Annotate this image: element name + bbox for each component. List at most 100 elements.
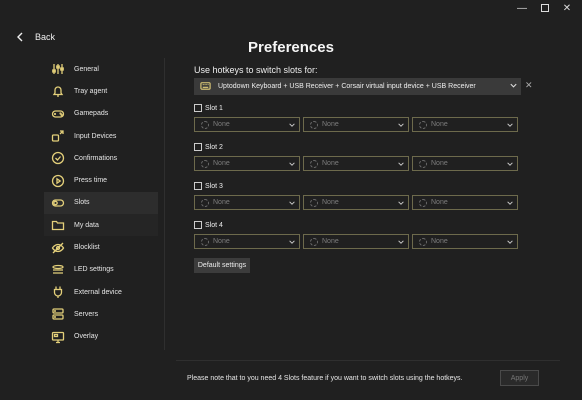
device-select[interactable]: Uptodown Keyboard + USB Receiver + Corsa…	[194, 78, 521, 95]
monitor-icon	[51, 330, 65, 344]
eye-off-icon	[51, 241, 65, 255]
slot-4-key-3-select[interactable]: None	[412, 234, 518, 249]
loading-icon	[419, 237, 427, 246]
sidebar-item-label: Press time	[74, 177, 108, 185]
sidebar-item-overlay[interactable]: Overlay	[44, 326, 158, 348]
keyboard-icon	[200, 80, 211, 93]
folder-icon	[51, 218, 65, 232]
loading-icon	[201, 120, 209, 129]
sidebar-item-slots[interactable]: Slots	[44, 191, 158, 215]
loading-icon	[419, 159, 427, 168]
loading-icon	[310, 120, 318, 129]
slot-2-key-2-select[interactable]: None	[303, 156, 409, 171]
sliders-icon	[51, 62, 65, 76]
sidebar-item-led-settings[interactable]: LED settings	[44, 259, 158, 281]
chevron-down-icon	[510, 83, 517, 88]
chevron-down-icon	[289, 201, 295, 205]
chevron-down-icon	[398, 201, 404, 205]
sidebar-item-confirmations[interactable]: Confirmations	[44, 147, 158, 169]
chevron-down-icon	[398, 240, 404, 244]
maximize-button[interactable]	[537, 2, 553, 16]
slot-label: Slot 3	[205, 182, 223, 190]
play-circle-icon	[51, 174, 65, 188]
servers-icon	[51, 307, 65, 321]
sidebar-item-label: General	[74, 65, 99, 73]
chevron-down-icon	[289, 123, 295, 127]
chevron-down-icon	[507, 201, 513, 205]
slot-1-key-1-select[interactable]: None	[194, 117, 300, 132]
close-window-button[interactable]: ✕	[559, 2, 575, 16]
sidebar-item-label: Gamepads	[74, 110, 109, 118]
slot-label: Slot 4	[205, 221, 223, 229]
checkbox-box[interactable]	[194, 221, 202, 229]
sidebar: General Tray agent Gamepads Input Devices Co…	[44, 58, 158, 348]
loading-icon	[201, 237, 209, 246]
checkbox-box[interactable]	[194, 143, 202, 151]
sidebar-item-label: External device	[74, 288, 122, 296]
checkbox-box[interactable]	[194, 182, 202, 190]
key-select-value: None	[431, 121, 448, 128]
input-devices-icon	[51, 129, 65, 143]
slot-3-key-3-select[interactable]: None	[412, 195, 518, 210]
slot-2-key-1-select[interactable]: None	[194, 156, 300, 171]
sidebar-item-label: LED settings	[74, 266, 114, 274]
key-select-value: None	[322, 199, 339, 206]
loading-icon	[310, 237, 318, 246]
maximize-icon	[541, 4, 549, 13]
slot-1-key-3-select[interactable]: None	[412, 117, 518, 132]
checkbox-box[interactable]	[194, 104, 202, 112]
clear-device-button[interactable]: ✕	[525, 80, 533, 91]
slot-label: Slot 1	[205, 104, 223, 112]
sidebar-item-tray-agent[interactable]: Tray agent	[44, 80, 158, 102]
bell-icon	[51, 84, 65, 98]
loading-icon	[310, 159, 318, 168]
chevron-down-icon	[289, 162, 295, 166]
sidebar-item-input-devices[interactable]: Input Devices	[44, 125, 158, 147]
loading-icon	[419, 120, 427, 129]
key-select-value: None	[213, 238, 230, 245]
sidebar-item-label: Tray agent	[74, 87, 108, 95]
chevron-down-icon	[507, 123, 513, 127]
chevron-down-icon	[507, 162, 513, 166]
led-icon	[51, 263, 65, 277]
slot-3-key-1-select[interactable]: None	[194, 195, 300, 210]
key-select-value: None	[213, 199, 230, 206]
key-select-value: None	[322, 121, 339, 128]
slot-3-checkbox[interactable]: Slot 3	[194, 182, 223, 190]
sidebar-item-my-data[interactable]: My data	[44, 214, 158, 237]
sidebar-item-general[interactable]: General	[44, 58, 158, 80]
slot-4-key-2-select[interactable]: None	[303, 234, 409, 249]
sidebar-item-label: Input Devices	[74, 132, 117, 140]
slot-4-checkbox[interactable]: Slot 4	[194, 221, 223, 229]
key-select-value: None	[213, 160, 230, 167]
slot-4-key-1-select[interactable]: None	[194, 234, 300, 249]
gamepad-icon	[51, 107, 65, 121]
key-select-value: None	[431, 199, 448, 206]
slot-2-key-3-select[interactable]: None	[412, 156, 518, 171]
sidebar-item-blocklist[interactable]: Blocklist	[44, 236, 158, 258]
slot-2-checkbox[interactable]: Slot 2	[194, 143, 223, 151]
sidebar-item-label: Slots	[74, 199, 90, 207]
hotkeys-label: Use hotkeys to switch slots for:	[194, 65, 318, 75]
sidebar-item-press-time[interactable]: Press time	[44, 169, 158, 191]
chevron-down-icon	[507, 240, 513, 244]
loading-icon	[419, 198, 427, 207]
loading-icon	[201, 159, 209, 168]
sidebar-item-external-device[interactable]: External device	[44, 281, 158, 303]
slot-3-key-2-select[interactable]: None	[303, 195, 409, 210]
apply-button[interactable]: Apply	[500, 370, 539, 386]
slot-1-key-2-select[interactable]: None	[303, 117, 409, 132]
slot-1-checkbox[interactable]: Slot 1	[194, 104, 223, 112]
key-select-value: None	[322, 160, 339, 167]
sidebar-item-label: My data	[74, 221, 99, 229]
sidebar-item-servers[interactable]: Servers	[44, 303, 158, 325]
default-settings-button[interactable]: Default settings	[194, 258, 250, 273]
sidebar-item-label: Overlay	[74, 333, 99, 341]
sidebar-item-gamepads[interactable]: Gamepads	[44, 103, 158, 125]
chevron-down-icon	[398, 123, 404, 127]
minimize-button[interactable]: —	[514, 2, 530, 16]
sidebar-item-label: Blocklist	[74, 244, 100, 252]
key-select-value: None	[431, 238, 448, 245]
sidebar-item-label: Servers	[74, 310, 99, 318]
slot-label: Slot 2	[205, 143, 223, 151]
